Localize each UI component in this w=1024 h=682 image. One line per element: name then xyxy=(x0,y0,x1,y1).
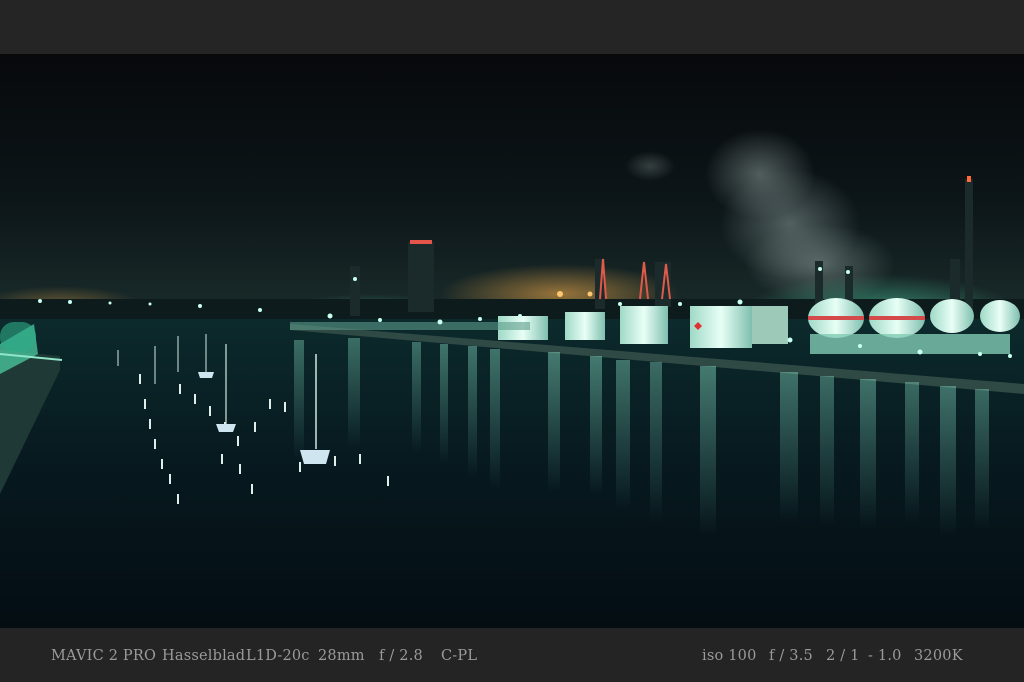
top-frame-band xyxy=(0,0,1024,54)
exif-aperture: f / 2.8 xyxy=(379,648,423,664)
exif-exposure-comp: - 1.0 xyxy=(868,648,902,664)
night-harbor-photo xyxy=(0,54,1024,628)
exif-aperture-setting: f / 3.5 xyxy=(769,648,813,664)
exif-filter: C-PL xyxy=(441,648,478,664)
exif-iso: iso 100 xyxy=(702,648,757,664)
exif-shutter: 2 / 1 xyxy=(826,648,860,664)
exif-white-balance: 3200K xyxy=(914,648,963,664)
exif-sensor: L1D-20c xyxy=(246,648,310,664)
exif-camera: MAVIC 2 PRO xyxy=(51,648,157,664)
exif-focal-length: 28mm xyxy=(318,648,365,664)
exif-brand: Hasselblad xyxy=(162,648,246,664)
